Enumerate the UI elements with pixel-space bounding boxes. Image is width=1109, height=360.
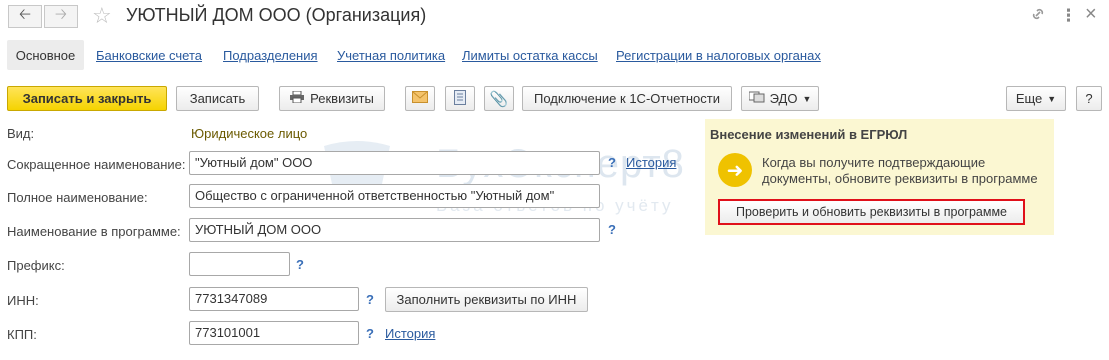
egrul-panel: Внесение изменений в ЕГРЮЛ ➜ Когда вы по… <box>705 119 1054 235</box>
requisites-button[interactable]: Реквизиты <box>279 86 385 111</box>
save-and-close-button[interactable]: Записать и закрыть <box>7 86 167 111</box>
help-icon[interactable]: ? <box>608 222 616 237</box>
help-icon[interactable]: ? <box>366 292 374 307</box>
prefix-field[interactable] <box>189 252 290 276</box>
help-icon[interactable]: ? <box>608 155 616 170</box>
tab-bank-accounts[interactable]: Банковские счета <box>96 48 202 63</box>
kpp-history-link[interactable]: История <box>385 326 435 341</box>
arrow-right-icon: 🡢 <box>54 6 68 23</box>
more-button[interactable]: Еще ▼ <box>1006 86 1066 111</box>
link-icon[interactable] <box>1030 6 1046 27</box>
chevron-down-icon: ▼ <box>802 93 812 104</box>
arrow-right-icon: ➜ <box>718 153 752 187</box>
edo-icon <box>748 91 765 106</box>
back-button[interactable]: 🡠 <box>8 5 42 28</box>
short-name-field[interactable]: "Уютный дом" ООО <box>189 151 600 175</box>
document-list-icon <box>454 89 466 108</box>
help-icon[interactable]: ? <box>366 326 374 341</box>
kind-label: Вид: <box>7 126 35 141</box>
more-vertical-icon[interactable]: ⋮ <box>1060 6 1077 26</box>
paperclip-icon: 📎 <box>489 90 509 108</box>
kpp-field[interactable]: 773101001 <box>189 321 359 345</box>
program-name-label: Наименование в программе: <box>7 224 181 239</box>
printer-icon <box>290 90 305 106</box>
inn-label: ИНН: <box>7 293 39 308</box>
inn-field[interactable]: 7731347089 <box>189 287 359 311</box>
program-name-field[interactable]: УЮТНЫЙ ДОМ ООО <box>189 218 600 242</box>
check-update-requisites-button[interactable]: Проверить и обновить реквизиты в програм… <box>718 199 1025 225</box>
star-icon[interactable]: ☆ <box>92 3 112 29</box>
arrow-left-icon: 🡠 <box>18 6 32 23</box>
egrul-panel-text: Когда вы получите подтверждающие докумен… <box>762 155 1038 186</box>
full-name-label: Полное наименование: <box>7 190 148 205</box>
tab-accounting-policy[interactable]: Учетная политика <box>337 48 445 63</box>
email-button[interactable] <box>405 86 435 111</box>
kpp-label: КПП: <box>7 327 37 342</box>
full-name-field[interactable]: Общество с ограниченной ответственностью… <box>189 184 600 208</box>
close-icon[interactable]: × <box>1085 3 1097 26</box>
help-icon[interactable]: ? <box>296 257 304 272</box>
fill-by-inn-button[interactable]: Заполнить реквизиты по ИНН <box>385 287 588 312</box>
tab-main[interactable]: Основное <box>7 40 84 70</box>
tab-tax-registrations[interactable]: Регистрации в налоговых органах <box>616 48 821 63</box>
tab-departments[interactable]: Подразделения <box>223 48 318 63</box>
window-title: УЮТНЫЙ ДОМ ООО (Организация) <box>126 5 427 25</box>
short-name-label: Сокращенное наименование: <box>7 157 186 172</box>
short-name-history-link[interactable]: История <box>626 155 676 170</box>
kind-value[interactable]: Юридическое лицо <box>191 126 307 141</box>
save-button[interactable]: Записать <box>176 86 259 111</box>
help-button[interactable]: ? <box>1076 86 1102 111</box>
documents-button[interactable] <box>445 86 475 111</box>
chevron-down-icon: ▼ <box>1047 93 1057 104</box>
connect-reporting-button[interactable]: Подключение к 1С-Отчетности <box>522 86 732 111</box>
prefix-label: Префикс: <box>7 258 65 273</box>
forward-button[interactable]: 🡢 <box>44 5 78 28</box>
edo-button[interactable]: ЭДО ▼ <box>741 86 819 111</box>
envelope-icon <box>412 91 428 106</box>
tab-cash-limits[interactable]: Лимиты остатка кассы <box>462 48 598 63</box>
attach-button[interactable]: 📎 <box>484 86 514 111</box>
egrul-panel-title: Внесение изменений в ЕГРЮЛ <box>710 127 908 142</box>
